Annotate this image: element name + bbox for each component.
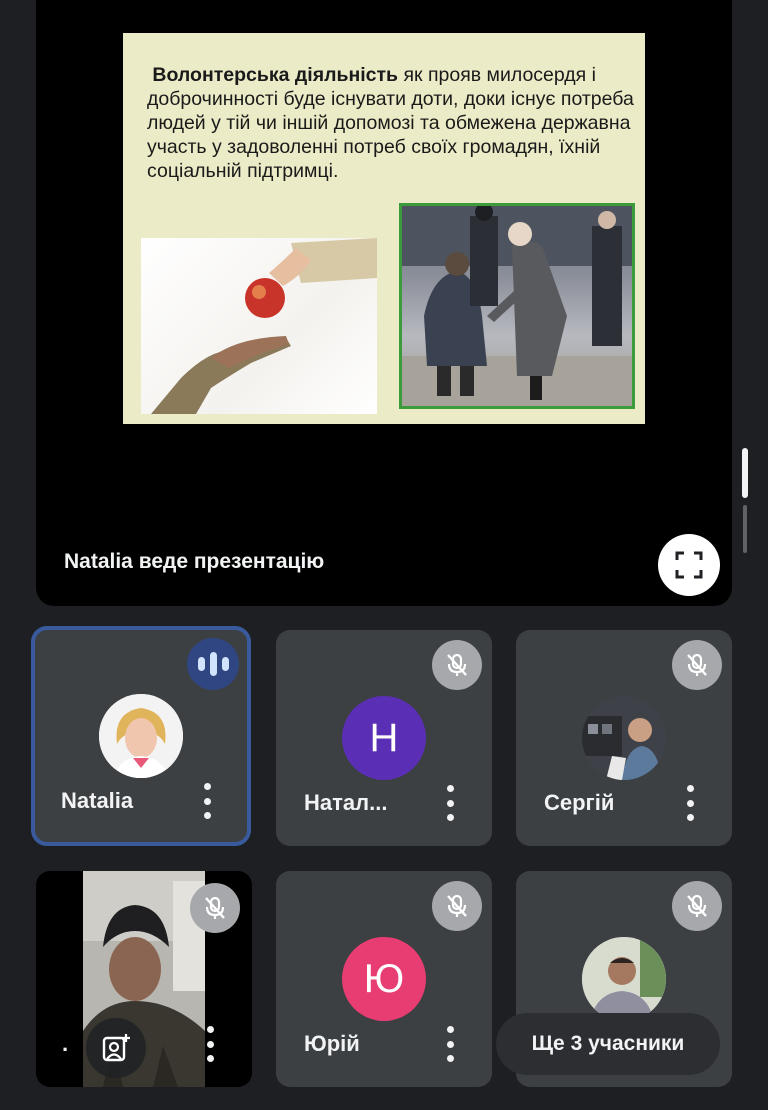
mic-off-icon	[190, 883, 240, 933]
effects-button[interactable]	[86, 1018, 146, 1078]
more-options-button[interactable]	[444, 1026, 456, 1062]
participant-tile-serhii[interactable]: Сергій	[516, 630, 732, 846]
scrollbar-track[interactable]	[743, 505, 747, 553]
mic-off-icon	[672, 640, 722, 690]
more-options-button[interactable]	[204, 1026, 216, 1062]
avatar: Н	[342, 696, 426, 780]
participant-name: Юрій	[304, 1031, 360, 1056]
participant-name: Natalia	[61, 788, 134, 813]
participant-name: .	[62, 1031, 69, 1056]
avatar	[582, 937, 666, 1021]
participant-name: Натал...	[304, 790, 388, 815]
avatar	[99, 694, 183, 778]
fullscreen-button[interactable]	[658, 534, 720, 596]
mic-off-icon	[432, 640, 482, 690]
more-options-button[interactable]	[444, 785, 456, 821]
speaking-indicator-icon	[187, 638, 239, 690]
avatar	[582, 696, 666, 780]
person-add-effects-icon	[102, 1034, 130, 1062]
fullscreen-icon	[675, 551, 703, 579]
avatar: Ю	[342, 937, 426, 1021]
participant-name: Сергій	[544, 790, 615, 815]
participant-tile-natal[interactable]: Н Натал...	[276, 630, 492, 846]
mic-off-icon	[672, 881, 722, 931]
slide-bold-text: Волонтерська діяльність	[152, 64, 399, 86]
presentation-slide: Волонтерська діяльність як прояв милосер…	[123, 33, 645, 424]
slide-text: Волонтерська діяльність як прояв милосер…	[147, 63, 639, 183]
slide-photo-hands	[141, 238, 377, 414]
slide-photo-street	[399, 203, 635, 409]
more-options-button[interactable]	[684, 785, 696, 821]
participant-tile-yurii[interactable]: Ю Юрій	[276, 871, 492, 1087]
more-participants-button[interactable]: Ще 3 учасники	[496, 1013, 720, 1075]
participant-tile-natalia[interactable]: Natalia	[31, 626, 251, 846]
presentation-stage: Волонтерська діяльність як прояв милосер…	[36, 0, 732, 606]
scrollbar-thumb[interactable]	[742, 448, 748, 498]
more-options-button[interactable]	[201, 783, 213, 819]
presenter-label: Natalia веде презентацію	[64, 550, 325, 573]
mic-off-icon	[432, 881, 482, 931]
